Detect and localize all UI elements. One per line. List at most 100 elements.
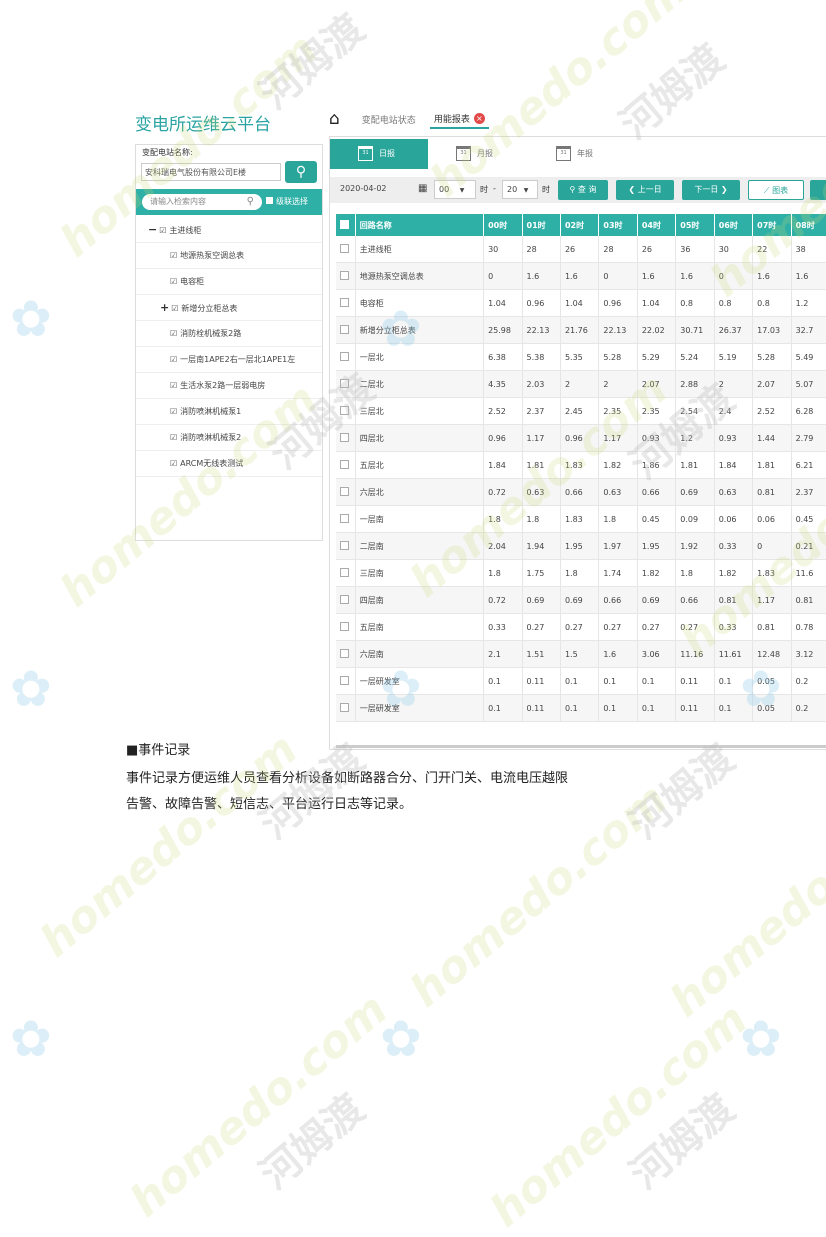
value-cell: 0.81 <box>752 613 792 641</box>
value-cell: 1.81 <box>675 451 715 479</box>
row-checkbox[interactable] <box>336 694 356 722</box>
row-checkbox[interactable] <box>336 343 356 371</box>
table-row[interactable]: 二层南 2.04 1.94 1.95 1.97 1.95 1.92 0.33 0 0.21 <box>336 532 826 560</box>
row-checkbox[interactable] <box>336 478 356 506</box>
table-row[interactable]: 六层南 2.1 1.51 1.5 1.6 3.06 11.16 11.61 12.48 3.12 <box>336 640 826 668</box>
check-icon: ☑ <box>170 355 178 364</box>
tree-node-label: 消防栓机械泵2路 <box>180 329 242 338</box>
value-cell: 0.45 <box>637 505 677 533</box>
table-row[interactable]: 四层北 0.96 1.17 0.96 1.17 0.93 1.2 0.93 1.44 2.79 <box>336 424 826 452</box>
row-checkbox[interactable] <box>336 667 356 695</box>
tab-station-status[interactable]: 变配电站状态 <box>358 111 420 128</box>
table-row[interactable]: 地源热泵空调总表 0 1.6 1.6 0 1.6 1.6 0 1.6 1.6 <box>336 262 826 290</box>
table-row[interactable]: 五层南 0.33 0.27 0.27 0.27 0.27 0.27 0.33 0.81 0.78 <box>336 613 826 641</box>
value-cell: 22.02 <box>637 316 677 344</box>
value-cell: 0.8 <box>675 289 715 317</box>
value-cell: 0.63 <box>522 478 561 506</box>
row-checkbox[interactable] <box>336 236 356 263</box>
expand-icon[interactable]: + <box>160 301 169 314</box>
date-input[interactable]: 2020-04-02 <box>336 180 414 199</box>
table-row[interactable]: 六层北 0.72 0.63 0.66 0.63 0.66 0.69 0.63 0.81 2.37 <box>336 478 826 506</box>
row-checkbox[interactable] <box>336 289 356 317</box>
calendar-icon: 31 <box>358 146 373 161</box>
row-checkbox[interactable] <box>336 559 356 587</box>
select-all-checkbox[interactable] <box>336 214 356 236</box>
row-checkbox[interactable] <box>336 370 356 398</box>
value-cell: 1.81 <box>752 451 792 479</box>
tree-node[interactable]: + ☑ 新增分立柜总表 <box>136 295 322 321</box>
tree-node[interactable]: − ☑ 主进线柜 <box>136 217 322 243</box>
row-checkbox[interactable] <box>336 397 356 425</box>
tree-node[interactable]: ☑ 消防喷淋机械泵1 <box>136 399 322 425</box>
row-checkbox[interactable] <box>336 613 356 641</box>
query-label: 查 询 <box>577 185 597 194</box>
tab-monthly[interactable]: 31 月报 <box>456 139 493 169</box>
row-checkbox[interactable] <box>336 505 356 533</box>
row-checkbox[interactable] <box>336 424 356 452</box>
value-cell: 0.66 <box>637 478 677 506</box>
tree-node[interactable]: ☑ 消防栓机械泵2路 <box>136 321 322 347</box>
hour-to-select[interactable]: 20 ▼ <box>502 180 538 199</box>
table-row[interactable]: 一层北 6.38 5.38 5.35 5.28 5.29 5.24 5.19 5.28 5.49 <box>336 343 826 371</box>
table-row[interactable]: 电容柜 1.04 0.96 1.04 0.96 1.04 0.8 0.8 0.8 1.2 <box>336 289 826 317</box>
calendar-icon: 31 <box>456 146 471 161</box>
value-cell: 0.27 <box>637 613 677 641</box>
value-cell: 1.04 <box>483 289 523 317</box>
report-tabs: 31 日报 31 月报 31 年报 <box>330 137 826 171</box>
check-icon: ☑ <box>170 251 178 260</box>
station-search-button[interactable]: ⚲ <box>285 161 317 183</box>
value-cell: 0.96 <box>522 289 561 317</box>
close-icon[interactable]: × <box>473 112 485 124</box>
tree-node[interactable]: ☑ 地源热泵空调总表 <box>136 243 322 269</box>
value-cell: 1.84 <box>483 451 523 479</box>
hour-from-select[interactable]: 00 ▼ <box>434 180 476 199</box>
horizontal-scrollbar[interactable] <box>336 745 826 748</box>
value-cell: 0.69 <box>560 586 600 614</box>
circuit-name-cell: 二层南 <box>355 532 485 560</box>
table-row[interactable]: 一层研发室 0.1 0.11 0.1 0.1 0.1 0.11 0.1 0.05 0.2 <box>336 694 826 722</box>
table-row[interactable]: 一层研发室 0.1 0.11 0.1 0.1 0.1 0.11 0.1 0.05 0.2 <box>336 667 826 695</box>
tree-node[interactable]: ☑ 一层南1APE2右一层北1APE1左 <box>136 347 322 373</box>
tree-node[interactable]: ☑ 电容柜 <box>136 269 322 295</box>
row-checkbox[interactable] <box>336 532 356 560</box>
value-cell: 5.24 <box>675 343 715 371</box>
chart-button[interactable]: ⟋ 图表 <box>748 180 804 200</box>
tree-node[interactable]: ☑ 生活水泵2路一层弱电房 <box>136 373 322 399</box>
next-day-button[interactable]: 下一日 ❯ <box>682 180 740 200</box>
home-icon[interactable]: ⌂ <box>329 109 340 129</box>
table-row[interactable]: 新增分立柜总表 25.98 22.13 21.76 22.13 22.02 30.71 26.… <box>336 316 826 344</box>
row-checkbox[interactable] <box>336 640 356 668</box>
station-sidebar: 变配电站名称: 安科瑞电气股份有限公司E楼 ⚲ 请输入检索内容 ⚲ 级联选择 −… <box>135 144 323 541</box>
tree-node-label: 消防喷淋机械泵1 <box>180 407 242 416</box>
collapse-icon[interactable]: − <box>148 223 157 236</box>
tree-search-input[interactable]: 请输入检索内容 ⚲ <box>142 194 262 210</box>
value-cell: 0 <box>752 532 792 560</box>
row-checkbox[interactable] <box>336 262 356 290</box>
prev-day-button[interactable]: ❮ 上一日 <box>616 180 674 200</box>
table-row[interactable]: 一层南 1.8 1.8 1.83 1.8 0.45 0.09 0.06 0.06 0.45 <box>336 505 826 533</box>
tab-daily[interactable]: 31 日报 <box>330 139 428 169</box>
table-row[interactable]: 二层北 4.35 2.03 2 2 2.07 2.88 2 2.07 5.07 <box>336 370 826 398</box>
station-select[interactable]: 安科瑞电气股份有限公司E楼 <box>141 163 281 181</box>
cascade-checkbox[interactable]: 级联选择 <box>266 196 308 207</box>
circuit-name-cell: 二层北 <box>355 370 485 398</box>
row-checkbox[interactable] <box>336 451 356 479</box>
tree-node[interactable]: ☑ ARCM无线表测试 <box>136 451 322 477</box>
tree-node[interactable]: ☑ 消防喷淋机械泵2 <box>136 425 322 451</box>
value-cell: 0.11 <box>675 667 715 695</box>
row-checkbox[interactable] <box>336 586 356 614</box>
tab-yearly[interactable]: 31 年报 <box>556 139 593 169</box>
query-button[interactable]: ⚲ 查 询 <box>558 180 608 200</box>
table-row[interactable]: 三层南 1.8 1.75 1.8 1.74 1.82 1.8 1.82 1.83 11.6 <box>336 559 826 587</box>
tab-energy-report[interactable]: 用能报表 × <box>429 110 489 129</box>
table-row[interactable]: 主进线柜 30 28 26 28 26 36 30 22 38 <box>336 236 826 263</box>
row-checkbox[interactable] <box>336 316 356 344</box>
value-cell: 1.83 <box>752 559 792 587</box>
export-button[interactable] <box>810 180 826 200</box>
value-cell: 1.17 <box>598 424 638 452</box>
chevron-left-icon: ❮ <box>628 185 636 194</box>
table-row[interactable]: 三层北 2.52 2.37 2.45 2.35 2.35 2.54 2.4 2.52 6.28 <box>336 397 826 425</box>
table-row[interactable]: 四层南 0.72 0.69 0.69 0.66 0.69 0.66 0.81 1.17 0.81 <box>336 586 826 614</box>
table-row[interactable]: 五层北 1.84 1.81 1.83 1.82 1.86 1.81 1.84 1.81 6.21 <box>336 451 826 479</box>
calendar-icon[interactable]: ▦ <box>418 183 427 194</box>
